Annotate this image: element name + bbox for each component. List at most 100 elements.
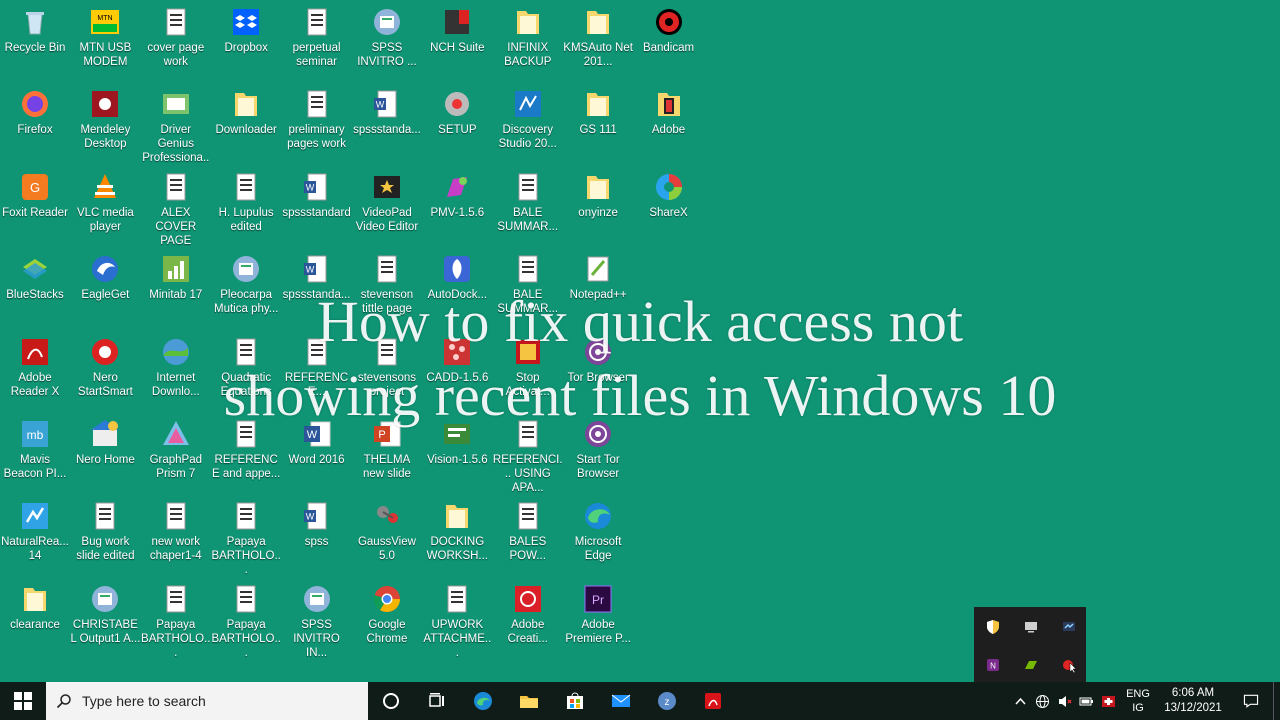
desktop-shortcut[interactable]: Discovery Studio 20... — [493, 82, 563, 164]
antivirus-icon[interactable] — [1097, 682, 1119, 720]
desktop-shortcut[interactable]: new work chaper1-4 — [141, 494, 211, 576]
notifications-icon[interactable] — [1229, 682, 1273, 720]
desktop-shortcut[interactable]: Microsoft Edge — [563, 494, 633, 576]
desktop-shortcut[interactable]: Downloader — [211, 82, 281, 164]
desktop-shortcut[interactable]: NCH Suite — [422, 0, 492, 82]
desktop-shortcut[interactable]: GS 111 — [563, 82, 633, 164]
desktop-shortcut-label: VideoPad Video Editor — [355, 206, 419, 233]
cortana-icon[interactable] — [368, 682, 414, 720]
word-doc-icon: W — [301, 253, 333, 285]
desktop-shortcut[interactable]: Papaya BARTHOLO... — [141, 577, 211, 659]
start-button[interactable] — [0, 682, 46, 720]
desktop-shortcut-label: Bug work slide edited — [76, 536, 135, 563]
show-desktop-button[interactable] — [1273, 682, 1280, 720]
desktop-shortcut-label: Adobe Premiere P... — [565, 618, 631, 645]
desktop-shortcut-label: Downloader — [215, 124, 277, 137]
desktop-shortcut-label: Bandicam — [642, 42, 695, 54]
desktop-shortcut[interactable]: Adobe — [634, 82, 704, 164]
mail-icon[interactable] — [598, 682, 644, 720]
audio-app-icon[interactable]: N — [974, 646, 1012, 684]
volume-muted-icon[interactable] — [1053, 682, 1075, 720]
desktop-shortcut[interactable]: Pr Adobe Premiere P... — [563, 577, 633, 659]
desktop-shortcut[interactable]: Dropbox — [211, 0, 281, 82]
network-monitor-icon[interactable] — [1050, 608, 1088, 646]
desktop-shortcut[interactable]: Nero Home — [70, 412, 140, 494]
desktop-shortcut[interactable]: BlueStacks — [0, 247, 70, 329]
language-code: ENG — [1126, 688, 1150, 700]
security-shield-icon[interactable] — [974, 608, 1012, 646]
desktop-shortcut-label: BALE SUMMAR... — [497, 206, 559, 233]
network-globe-icon[interactable] — [1031, 682, 1053, 720]
file-explorer-icon[interactable] — [506, 682, 552, 720]
document-icon — [160, 6, 192, 38]
desktop-shortcut[interactable]: PMV-1.5.6 — [422, 165, 492, 247]
desktop-shortcut[interactable]: ShareX — [634, 165, 704, 247]
desktop-shortcut[interactable]: ALEX COVER PAGE — [141, 165, 211, 247]
desktop-shortcut[interactable]: MTN MTN USB MODEM — [70, 0, 140, 82]
desktop-shortcut-label: Microsoft Edge — [574, 536, 622, 563]
clock[interactable]: 6:06 AM 13/12/2021 — [1157, 686, 1229, 716]
desktop-shortcut[interactable]: Firefox — [0, 82, 70, 164]
desktop-shortcut[interactable]: Wspss — [282, 494, 352, 576]
desktop-shortcut[interactable]: Bandicam — [634, 0, 704, 82]
desktop-shortcut[interactable]: preliminary pages work — [282, 82, 352, 164]
desktop-shortcut[interactable]: SETUP — [422, 82, 492, 164]
desktop[interactable]: Recycle Bin MTN MTN USB MODEM cover page wo… — [0, 0, 1280, 682]
desktop-shortcut[interactable]: cover page work — [141, 0, 211, 82]
desktop-shortcut-label: Vision-1.5.6 — [427, 453, 488, 466]
desktop-shortcut[interactable]: Google Chrome — [352, 577, 422, 659]
desktop-shortcut[interactable]: Nero StartSmart — [70, 330, 140, 412]
desktop-shortcut[interactable]: BALE SUMMAR... — [493, 165, 563, 247]
display-icon[interactable] — [1012, 608, 1050, 646]
desktop-shortcut[interactable]: Wspssstandard — [282, 165, 352, 247]
desktop-shortcut[interactable]: BALES POW... — [493, 494, 563, 576]
desktop-shortcut[interactable]: Driver Genius Professiona... — [141, 82, 211, 178]
desktop-shortcut[interactable]: Wspssstanda... — [352, 82, 422, 164]
acrobat-icon[interactable] — [690, 682, 736, 720]
desktop-shortcut[interactable]: EagleGet — [70, 247, 140, 329]
desktop-shortcut[interactable]: SPSS INVITRO ... — [352, 0, 422, 82]
desktop-shortcut[interactable]: DOCKING WORKSH... — [422, 494, 492, 576]
desktop-shortcut[interactable]: SPSS INVITRO IN... — [282, 577, 352, 659]
app-icon[interactable]: z — [644, 682, 690, 720]
desktop-shortcut[interactable]: Papaya BARTHOLO... — [211, 494, 281, 576]
edge-taskbar-icon[interactable] — [460, 682, 506, 720]
desktop-shortcut[interactable]: mb Mavis Beacon PI... — [0, 412, 70, 494]
desktop-shortcut[interactable]: GaussView 5.0 — [352, 494, 422, 576]
desktop-shortcut[interactable]: onyinze — [563, 165, 633, 247]
bandicam-tray-icon[interactable] — [1050, 646, 1088, 684]
store-icon[interactable] — [552, 682, 598, 720]
desktop-shortcut[interactable]: NaturalRea... 14 — [0, 494, 70, 576]
desktop-shortcut[interactable]: clearance — [0, 577, 70, 659]
battery-icon[interactable] — [1075, 682, 1097, 720]
language-indicator[interactable]: ENG IG — [1119, 687, 1157, 715]
desktop-shortcut[interactable]: Recycle Bin — [0, 0, 70, 82]
desktop-shortcut[interactable]: Mendeley Desktop — [70, 82, 140, 164]
desktop-shortcut[interactable]: Bug work slide edited — [70, 494, 140, 576]
desktop-shortcut[interactable]: Adobe Creati... — [493, 577, 563, 659]
nvidia-icon[interactable] — [1012, 646, 1050, 684]
empty-slot — [634, 494, 704, 576]
desktop-shortcut-label: EagleGet — [81, 289, 130, 302]
desktop-shortcut[interactable]: VideoPad Video Editor — [352, 165, 422, 247]
desktop-shortcut[interactable]: VLC media player — [70, 165, 140, 247]
desktop-shortcut[interactable]: INFINIX BACKUP — [493, 0, 563, 82]
task-view-icon[interactable] — [414, 682, 460, 720]
taskbar-search-box[interactable]: Type here to search — [46, 682, 368, 720]
overlay-line-1: How to fix quick access not — [317, 289, 963, 354]
desktop-shortcut[interactable]: UPWORK ATTACHME... — [422, 577, 492, 659]
document-icon — [160, 171, 192, 203]
desktop-shortcut[interactable]: KMSAuto Net 201... — [563, 0, 633, 82]
desktop-shortcut[interactable]: G Foxit Reader — [0, 165, 70, 247]
desktop-shortcut-label: DOCKING WORKSH... — [426, 536, 489, 563]
idm-icon — [160, 336, 192, 368]
desktop-shortcut-label: REFERENCE and appe... — [211, 453, 281, 480]
desktop-shortcut[interactable]: perpetual seminar — [282, 0, 352, 82]
desktop-shortcut[interactable]: H. Lupulus edited — [211, 165, 281, 247]
desktop-shortcut[interactable]: CHRISTABEL Output1 A... — [70, 577, 140, 659]
desktop-shortcut-label: SETUP — [438, 124, 477, 137]
desktop-shortcut-label: perpetual seminar — [292, 42, 341, 68]
desktop-shortcut[interactable]: Adobe Reader X — [0, 330, 70, 412]
desktop-shortcut[interactable]: Papaya BARTHOLO... — [211, 577, 281, 659]
chevron-up-icon[interactable] — [1009, 682, 1031, 720]
